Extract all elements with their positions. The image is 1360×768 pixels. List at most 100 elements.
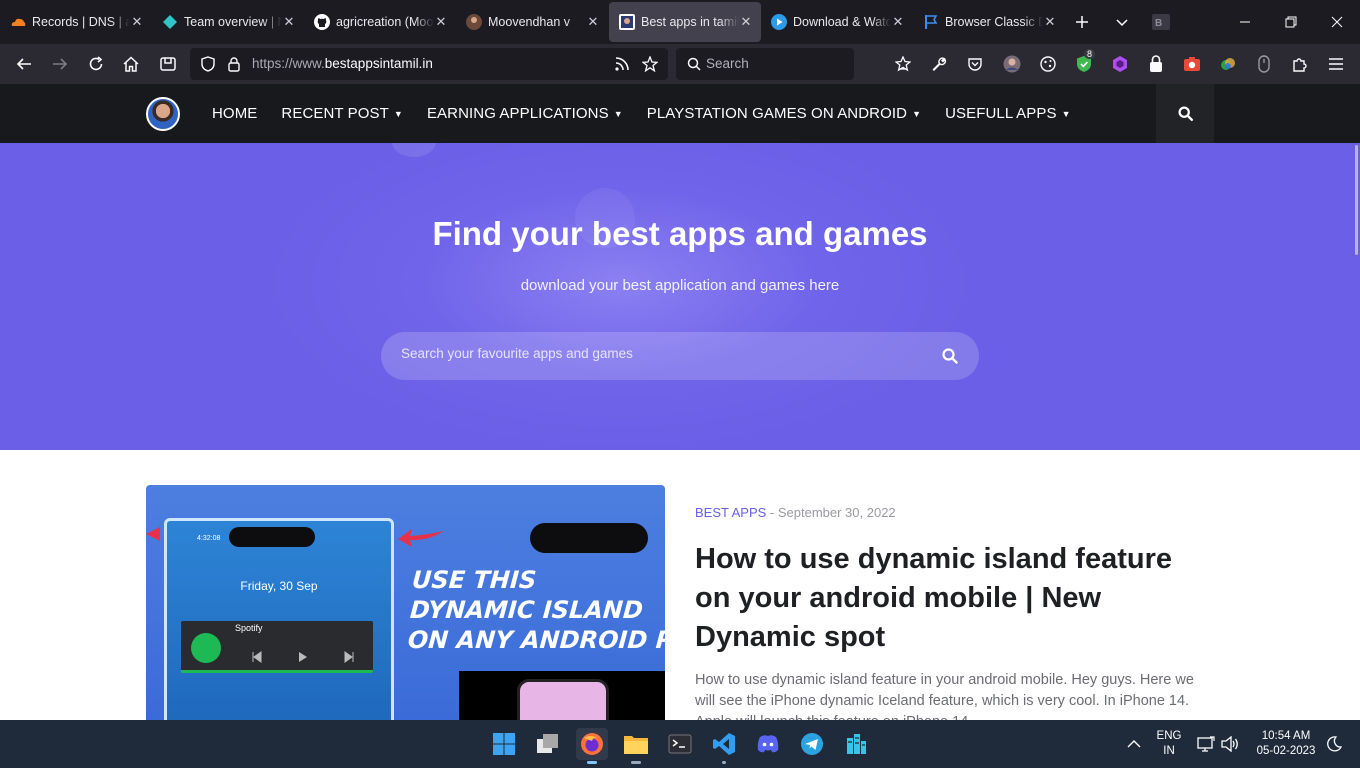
tab-title: Download & Watch	[793, 15, 891, 29]
close-window-button[interactable]	[1314, 0, 1360, 44]
red-arrow-icon	[398, 529, 444, 547]
close-tab-icon[interactable]: ✕	[1043, 14, 1057, 30]
close-tab-icon[interactable]: ✕	[739, 14, 753, 30]
chevron-down-icon: ▼	[393, 108, 403, 119]
netlify-icon	[162, 14, 178, 30]
file-explorer-icon[interactable]	[620, 728, 652, 764]
dynamic-island-pill-large	[530, 523, 648, 553]
back-arrow-icon[interactable]	[12, 52, 36, 76]
pocket-icon[interactable]	[965, 54, 985, 74]
tab-download-watch[interactable]: Download & Watch ✕	[761, 2, 913, 42]
chevron-down-icon: ▼	[1061, 108, 1071, 119]
svg-text:B: B	[1155, 18, 1162, 29]
clock-time: 10:54 AM	[1261, 730, 1311, 742]
scrollbar-thumb[interactable]	[1355, 145, 1358, 255]
padlock-extension-icon[interactable]	[1146, 54, 1166, 74]
shield-icon[interactable]	[196, 52, 220, 76]
purple-hex-extension-icon[interactable]	[1110, 54, 1130, 74]
new-tab-button[interactable]	[1068, 0, 1096, 44]
focus-moon-icon[interactable]	[1322, 728, 1346, 760]
telegram-icon[interactable]	[796, 728, 828, 760]
hero-title: Find your best apps and games	[432, 215, 928, 252]
ublock-shield-icon[interactable]: 8	[1074, 49, 1096, 74]
post-category-link[interactable]: BEST APPS	[695, 505, 766, 520]
tab-browser-classic-dark[interactable]: Browser Classic Dark ✕	[913, 2, 1065, 42]
show-hidden-icons-chevron-icon[interactable]	[1120, 728, 1148, 760]
url-domain: bestappsintamil.in	[324, 56, 433, 71]
cloud-app-icon[interactable]	[840, 728, 872, 760]
hamburger-menu-icon[interactable]	[1326, 54, 1346, 74]
list-all-tabs-button[interactable]	[1108, 0, 1136, 44]
close-tab-icon[interactable]: ✕	[586, 14, 600, 30]
window-app-icon: B	[1150, 0, 1172, 44]
address-bar[interactable]: https://www.bestappsintamil.in	[190, 48, 668, 80]
search-icon	[682, 52, 706, 76]
menu-item-usefull-apps[interactable]: USEFULL APPS ▼	[945, 105, 1071, 122]
site-logo[interactable]	[146, 97, 180, 131]
hero-subtitle: download your best application and games…	[520, 277, 840, 294]
post-meta: BEST APPS - September 30, 2022	[695, 505, 896, 520]
main-menu: HOME RECENT POST ▼ EARNING APPLICATIONS ▼ …	[212, 84, 1095, 143]
extensions-puzzle-icon[interactable]	[1290, 54, 1310, 74]
tab-best-apps-in-tamil[interactable]: Best apps in tamil ✕	[609, 2, 761, 42]
hero-search-input[interactable]	[401, 346, 921, 361]
chevron-down-icon: ▼	[912, 108, 922, 119]
running-indicator	[631, 761, 641, 764]
hero-search-box	[381, 332, 979, 380]
page-scrollbar[interactable]	[1353, 143, 1360, 720]
language-indicator[interactable]: ENG IN	[1152, 729, 1186, 759]
menu-item-earning-applications[interactable]: EARNING APPLICATIONS ▼	[427, 105, 623, 122]
terminal-icon[interactable]	[664, 728, 696, 760]
close-tab-icon[interactable]: ✕	[282, 14, 296, 30]
search-placeholder: Search	[706, 56, 749, 71]
minimize-button[interactable]	[1222, 0, 1268, 44]
search-icon[interactable]	[941, 347, 959, 365]
phone-mockup: 4:32:08 Friday, 30 Sep Spotify	[164, 518, 394, 720]
profile-avatar-icon[interactable]	[1002, 54, 1022, 74]
lock-icon[interactable]	[222, 52, 246, 76]
tab-moovendhan[interactable]: Moovendhan v ✕	[456, 2, 608, 42]
save-to-pocket-icon[interactable]	[156, 52, 180, 76]
home-icon[interactable]	[119, 52, 143, 76]
header-search-button[interactable]	[1156, 84, 1214, 143]
bookmark-star-icon[interactable]	[638, 52, 662, 76]
music-player-widget: Spotify	[181, 621, 373, 673]
tab-github[interactable]: agricreation (Moovendhan) ✕	[304, 2, 456, 42]
post-date: September 30, 2022	[777, 505, 896, 520]
post-excerpt: How to use dynamic island feature in you…	[695, 672, 1194, 720]
color-picker-extension-icon[interactable]	[1218, 54, 1238, 74]
menu-item-home[interactable]: HOME	[212, 105, 257, 122]
screenshot-camera-icon[interactable]	[1182, 54, 1202, 74]
menu-item-recent-post[interactable]: RECENT POST ▼	[281, 105, 403, 122]
close-tab-icon[interactable]: ✕	[130, 14, 144, 30]
clock[interactable]: 10:54 AM 05-02-2023	[1248, 729, 1324, 759]
cookie-icon[interactable]	[1038, 54, 1058, 74]
close-tab-icon[interactable]: ✕	[434, 14, 448, 30]
tab-title: Browser Classic Dark	[945, 15, 1043, 29]
volume-icon[interactable]	[1216, 728, 1244, 760]
firefox-icon[interactable]	[576, 728, 608, 764]
forward-arrow-icon[interactable]	[48, 52, 72, 76]
windows-start-icon[interactable]	[488, 728, 520, 760]
task-view-icon[interactable]	[532, 728, 564, 760]
tab-netlify[interactable]: Team overview | Netlify ✕	[152, 2, 304, 42]
close-tab-icon[interactable]: ✕	[891, 14, 905, 30]
player-controls-icon	[252, 651, 354, 663]
post-title-link[interactable]: How to use dynamic island feature on you…	[695, 540, 1205, 657]
post-thumbnail[interactable]: 4:32:08 Friday, 30 Sep Spotify USE THIS …	[146, 485, 665, 720]
active-indicator	[587, 761, 597, 764]
url-text: https://www.bestappsintamil.in	[252, 56, 433, 71]
reload-icon[interactable]	[84, 52, 108, 76]
discord-icon[interactable]	[752, 728, 784, 760]
browser-search-box[interactable]: Search	[676, 48, 854, 80]
search-icon	[1177, 106, 1193, 121]
restore-button[interactable]	[1268, 0, 1314, 44]
vscode-icon[interactable]	[708, 728, 740, 764]
rss-feed-icon[interactable]	[610, 52, 634, 76]
menu-item-playstation-games[interactable]: PLAYSTATION GAMES ON ANDROID ▼	[647, 105, 921, 122]
tab-title: Moovendhan v	[488, 15, 571, 29]
wrench-icon[interactable]	[929, 54, 949, 74]
mouse-extension-icon[interactable]	[1254, 54, 1274, 74]
tab-cloudflare-dns[interactable]: Records | DNS | agricreation ✕	[0, 2, 152, 42]
reading-list-icon[interactable]	[893, 54, 913, 74]
